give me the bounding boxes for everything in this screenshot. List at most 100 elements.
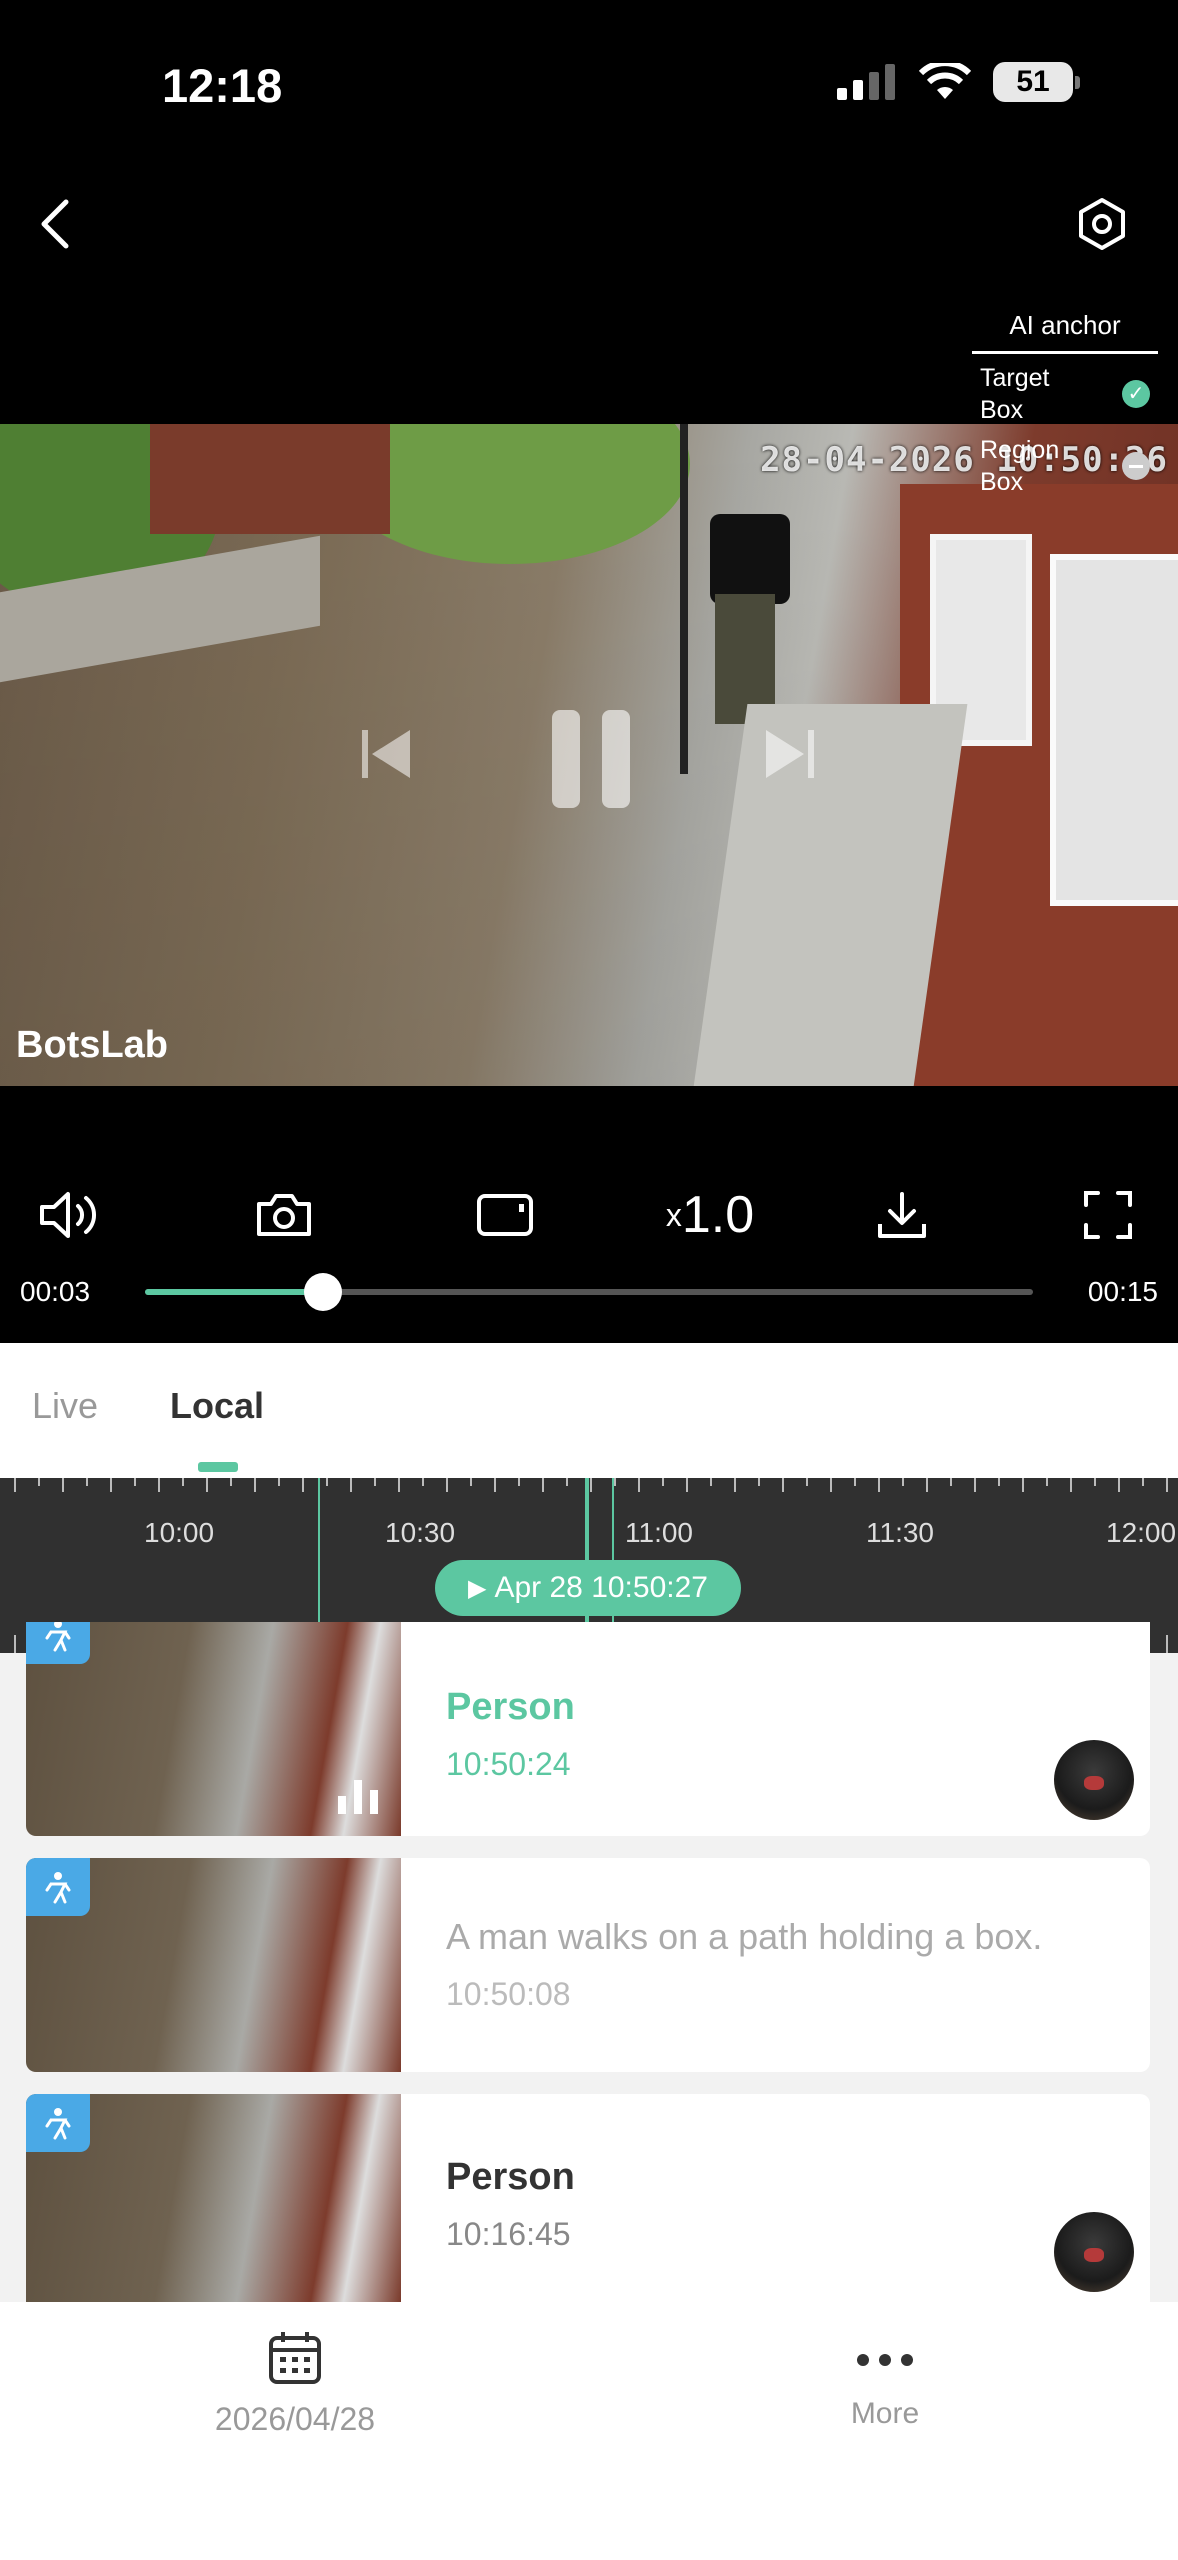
tab-local[interactable]: Local xyxy=(170,1385,264,1427)
timeline-tick xyxy=(38,1478,40,1486)
speed-button[interactable]: x 1.0 xyxy=(655,1178,765,1252)
timeline-tick xyxy=(566,1478,568,1486)
speed-value: 1.0 xyxy=(681,1186,755,1244)
timeline-tick xyxy=(830,1478,832,1492)
status-icons: 51 xyxy=(837,62,1080,102)
timeline-tick xyxy=(374,1478,376,1486)
event-time: 10:50:08 xyxy=(446,1976,571,2012)
timeline-tick xyxy=(950,1478,952,1486)
timeline-tick xyxy=(614,1478,616,1486)
person-icon xyxy=(45,1622,71,1652)
more-button[interactable]: More xyxy=(800,2340,970,2431)
timeline-tick xyxy=(446,1478,448,1492)
record-button[interactable] xyxy=(466,1178,546,1252)
timeline-tick xyxy=(1118,1478,1120,1492)
timeline-tick xyxy=(902,1478,904,1486)
timeline-label: 10:00 xyxy=(144,1517,215,1548)
timeline-tick xyxy=(1070,1478,1072,1492)
region-box-option[interactable]: Region Box xyxy=(972,434,1158,498)
screenshot-button[interactable] xyxy=(244,1178,324,1252)
event-card[interactable]: Person 10:16:45 xyxy=(26,2094,1150,2302)
event-card[interactable]: A man walks on a path holding a box. 10:… xyxy=(26,1858,1150,2072)
current-time: 00:03 xyxy=(20,1276,91,1307)
download-button[interactable] xyxy=(862,1178,942,1252)
back-icon[interactable] xyxy=(36,196,76,252)
timeline-tick xyxy=(590,1478,592,1492)
timeline-tick xyxy=(542,1478,544,1492)
timeline-tick xyxy=(134,1478,136,1486)
timeline-tick xyxy=(686,1478,688,1492)
timeline-tick xyxy=(14,1478,16,1492)
video-frame[interactable]: 28-04-2026 10:50:26 BotsLab xyxy=(0,424,1178,1086)
play-icon: ▶ xyxy=(468,1574,487,1602)
video-record-icon xyxy=(477,1194,533,1236)
timeline-tick xyxy=(734,1478,736,1492)
timeline-tick xyxy=(278,1478,280,1486)
event-title: A man walks on a path holding a box. xyxy=(446,1916,1043,1957)
check-icon[interactable]: ✓ xyxy=(1122,380,1150,408)
timeline-label: 11:00 xyxy=(625,1517,693,1548)
timeline-tick xyxy=(782,1478,784,1492)
playing-bars-icon xyxy=(338,1780,378,1814)
timeline-tick xyxy=(1166,1635,1168,1653)
timeline-tick xyxy=(1022,1478,1024,1492)
timeline-tick xyxy=(1142,1478,1144,1486)
pause-icon[interactable] xyxy=(546,704,636,814)
timeline-tick xyxy=(758,1478,760,1486)
timeline-label: 12:00 xyxy=(1106,1517,1177,1548)
progress-handle[interactable] xyxy=(303,1273,342,1311)
timeline-tick xyxy=(518,1478,520,1486)
timeline-tick xyxy=(1046,1478,1048,1486)
timeline-tick xyxy=(398,1478,400,1492)
progress-fill xyxy=(145,1289,323,1295)
event-thumbnail xyxy=(26,2094,401,2302)
ai-anchor-title: AI anchor xyxy=(972,310,1158,354)
timeline-tick xyxy=(422,1478,424,1486)
minus-icon[interactable] xyxy=(1122,452,1150,480)
timeline-tick xyxy=(230,1478,232,1486)
date-picker-button[interactable]: 2026/04/28 xyxy=(160,2330,430,2438)
current-time-pill[interactable]: ▶ Apr 28 10:50:27 xyxy=(435,1560,741,1616)
person-badge xyxy=(26,2094,90,2152)
total-time: 00:15 xyxy=(1087,1276,1158,1307)
event-time: 10:50:24 xyxy=(446,1746,571,1782)
date-label: 2026/04/28 xyxy=(214,2401,376,2437)
fullscreen-icon xyxy=(1084,1191,1132,1239)
timeline-tick xyxy=(806,1478,808,1486)
status-time: 12:18 xyxy=(162,59,283,112)
timeline-tick xyxy=(350,1478,352,1492)
signal-icon xyxy=(837,64,895,100)
fullscreen-button[interactable] xyxy=(1068,1178,1148,1252)
speed-prefix: x xyxy=(665,1196,682,1233)
timeline-tick xyxy=(182,1478,184,1486)
event-thumbnail xyxy=(26,1622,401,1836)
event-title: Person xyxy=(446,1686,575,1728)
timeline-tick xyxy=(1166,1478,1168,1492)
event-card[interactable]: Person 10:50:24 xyxy=(26,1622,1150,1836)
person-icon xyxy=(45,1872,71,1904)
timeline-tick xyxy=(854,1478,856,1486)
timeline-tick xyxy=(110,1478,112,1492)
tab-live[interactable]: Live xyxy=(32,1385,98,1427)
timeline-tick xyxy=(326,1478,328,1486)
more-label: More xyxy=(850,2397,920,2430)
timeline-tick xyxy=(254,1478,256,1492)
target-box-option[interactable]: Target Box ✓ xyxy=(972,362,1158,426)
timeline-tick xyxy=(14,1635,16,1653)
speaker-icon xyxy=(40,1192,97,1238)
battery-indicator: 51 xyxy=(993,62,1080,102)
timeline-tick xyxy=(662,1478,664,1486)
previous-icon[interactable] xyxy=(356,724,416,784)
timeline-tick xyxy=(62,1478,64,1492)
wifi-icon xyxy=(919,63,971,99)
person-icon xyxy=(45,2108,71,2140)
volume-button[interactable] xyxy=(30,1178,110,1252)
timeline-tick xyxy=(638,1478,640,1492)
timeline-tick xyxy=(494,1478,496,1492)
current-time-pill-label: Apr 28 10:50:27 xyxy=(494,1571,708,1604)
more-icon xyxy=(857,2354,913,2366)
next-icon[interactable] xyxy=(760,724,820,784)
person-badge xyxy=(26,1622,90,1664)
settings-icon[interactable] xyxy=(1074,196,1130,252)
face-avatar xyxy=(1054,1740,1134,1820)
